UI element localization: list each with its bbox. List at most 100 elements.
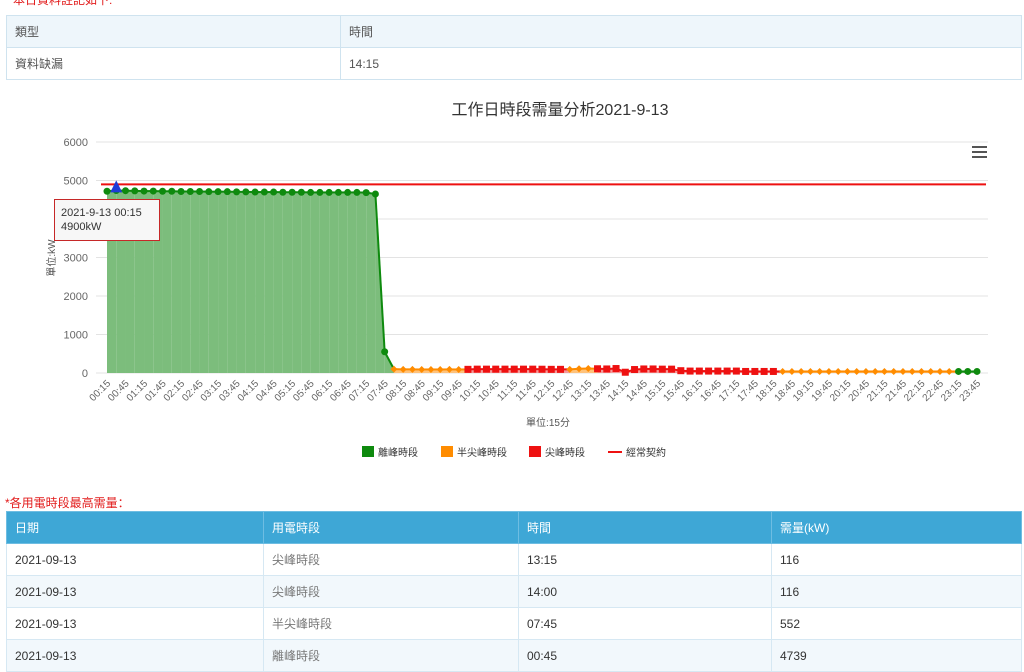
table-header-row: 日期 用電時段 時間 需量(kW)	[6, 511, 1022, 544]
data-point	[954, 367, 962, 375]
data-point	[242, 188, 250, 196]
data-point	[307, 188, 315, 196]
cell-time: 00:45	[518, 639, 772, 672]
data-point	[288, 188, 296, 196]
cell-time: 13:15	[518, 543, 772, 576]
area-segment	[366, 192, 376, 373]
legend-label: 尖峰時段	[545, 446, 585, 459]
data-point	[612, 365, 620, 373]
data-point	[816, 367, 824, 375]
data-point	[705, 367, 713, 375]
data-point	[325, 188, 333, 196]
data-point	[131, 187, 139, 195]
cell-demand: 116	[771, 543, 1022, 576]
data-point	[751, 367, 759, 375]
area-segment	[282, 192, 293, 373]
peak-table: 日期 用電時段 時間 需量(kW) 2021-09-13 尖峰時段 13:15 …	[6, 511, 1022, 672]
data-point	[279, 188, 287, 196]
data-point	[205, 188, 213, 196]
data-point	[649, 365, 657, 373]
data-point	[621, 368, 629, 376]
data-point	[714, 367, 722, 375]
data-point	[251, 188, 259, 196]
cell-date: 2021-09-13	[6, 543, 264, 576]
data-point	[557, 365, 565, 373]
data-point	[760, 367, 768, 375]
table-row: 資料缺漏 14:15	[6, 47, 1022, 80]
area-segment	[171, 191, 182, 373]
area-segment	[199, 191, 209, 373]
data-point	[964, 367, 972, 375]
area-segment	[190, 191, 200, 373]
area-segment	[208, 191, 219, 373]
chart-menu-icon[interactable]	[972, 146, 987, 161]
y-tick-label: 5000	[64, 176, 88, 188]
cell-period: 尖峰時段	[263, 575, 519, 608]
data-point	[594, 365, 602, 373]
chart-tooltip: 2021-9-13 00:15 4900kW	[54, 199, 160, 241]
data-point	[140, 187, 148, 195]
table-row: 2021-09-13 離峰時段 00:45 4739	[6, 639, 1022, 672]
area-segment	[292, 192, 302, 373]
peak-notice: *各用電時段最高需量：	[5, 496, 130, 510]
area-segment	[347, 192, 357, 373]
area-segment	[338, 192, 348, 373]
cell-date: 2021-09-13	[6, 639, 264, 672]
data-point	[501, 365, 509, 373]
header-time: 時間	[518, 511, 772, 544]
data-point	[519, 365, 527, 373]
data-point	[742, 367, 750, 375]
data-point	[353, 188, 361, 196]
cell-period: 半尖峰時段	[263, 607, 519, 640]
area-segment	[236, 191, 246, 373]
data-point	[853, 367, 861, 375]
tooltip-time: 2021-9-13 00:15	[61, 207, 142, 219]
legend-label: 半尖峰時段	[457, 446, 507, 459]
cell-date: 2021-09-13	[6, 607, 264, 640]
area-segment	[181, 191, 191, 373]
cell-time: 14:15	[340, 47, 1022, 80]
x-tick-label: 10:45	[476, 378, 502, 404]
area-segment	[301, 192, 311, 373]
header-period: 用電時段	[263, 511, 519, 544]
data-point	[797, 367, 805, 375]
y-tick-label: 1000	[64, 330, 88, 342]
data-point	[168, 187, 176, 195]
y-tick-label: 6000	[64, 137, 88, 149]
data-point	[538, 365, 546, 373]
table-row: 2021-09-13 尖峰時段 14:00 116	[6, 575, 1022, 608]
data-point	[631, 366, 639, 374]
data-point	[686, 367, 694, 375]
data-point	[316, 188, 324, 196]
notes-table: 類型 時間 資料缺漏 14:15	[6, 15, 1022, 80]
area-segment	[227, 191, 237, 373]
cell-time: 14:00	[518, 575, 772, 608]
data-point	[899, 367, 907, 375]
cell-period: 尖峰時段	[263, 543, 519, 576]
data-point	[233, 188, 241, 196]
data-point	[334, 188, 342, 196]
data-point	[788, 367, 796, 375]
data-point	[529, 365, 537, 373]
data-point	[510, 365, 518, 373]
data-point	[862, 367, 870, 375]
data-point	[603, 365, 611, 373]
y-tick-label: 2000	[64, 291, 88, 303]
data-point	[695, 367, 703, 375]
data-point	[806, 367, 814, 375]
table-header-row: 類型 時間	[6, 15, 1022, 48]
legend-label: 離峰時段	[378, 446, 418, 459]
data-point	[732, 367, 740, 375]
area-segment	[162, 191, 172, 373]
area-segment	[264, 192, 274, 373]
data-point	[196, 187, 204, 195]
chart-title: 工作日時段需量分析2021-9-13	[452, 101, 669, 119]
area-segment	[356, 192, 367, 373]
cell-time: 07:45	[518, 607, 772, 640]
data-point	[871, 367, 879, 375]
data-point	[945, 367, 953, 375]
data-point	[362, 189, 370, 197]
data-point	[677, 367, 685, 375]
area-segment	[319, 192, 330, 373]
area-segment	[255, 192, 265, 373]
